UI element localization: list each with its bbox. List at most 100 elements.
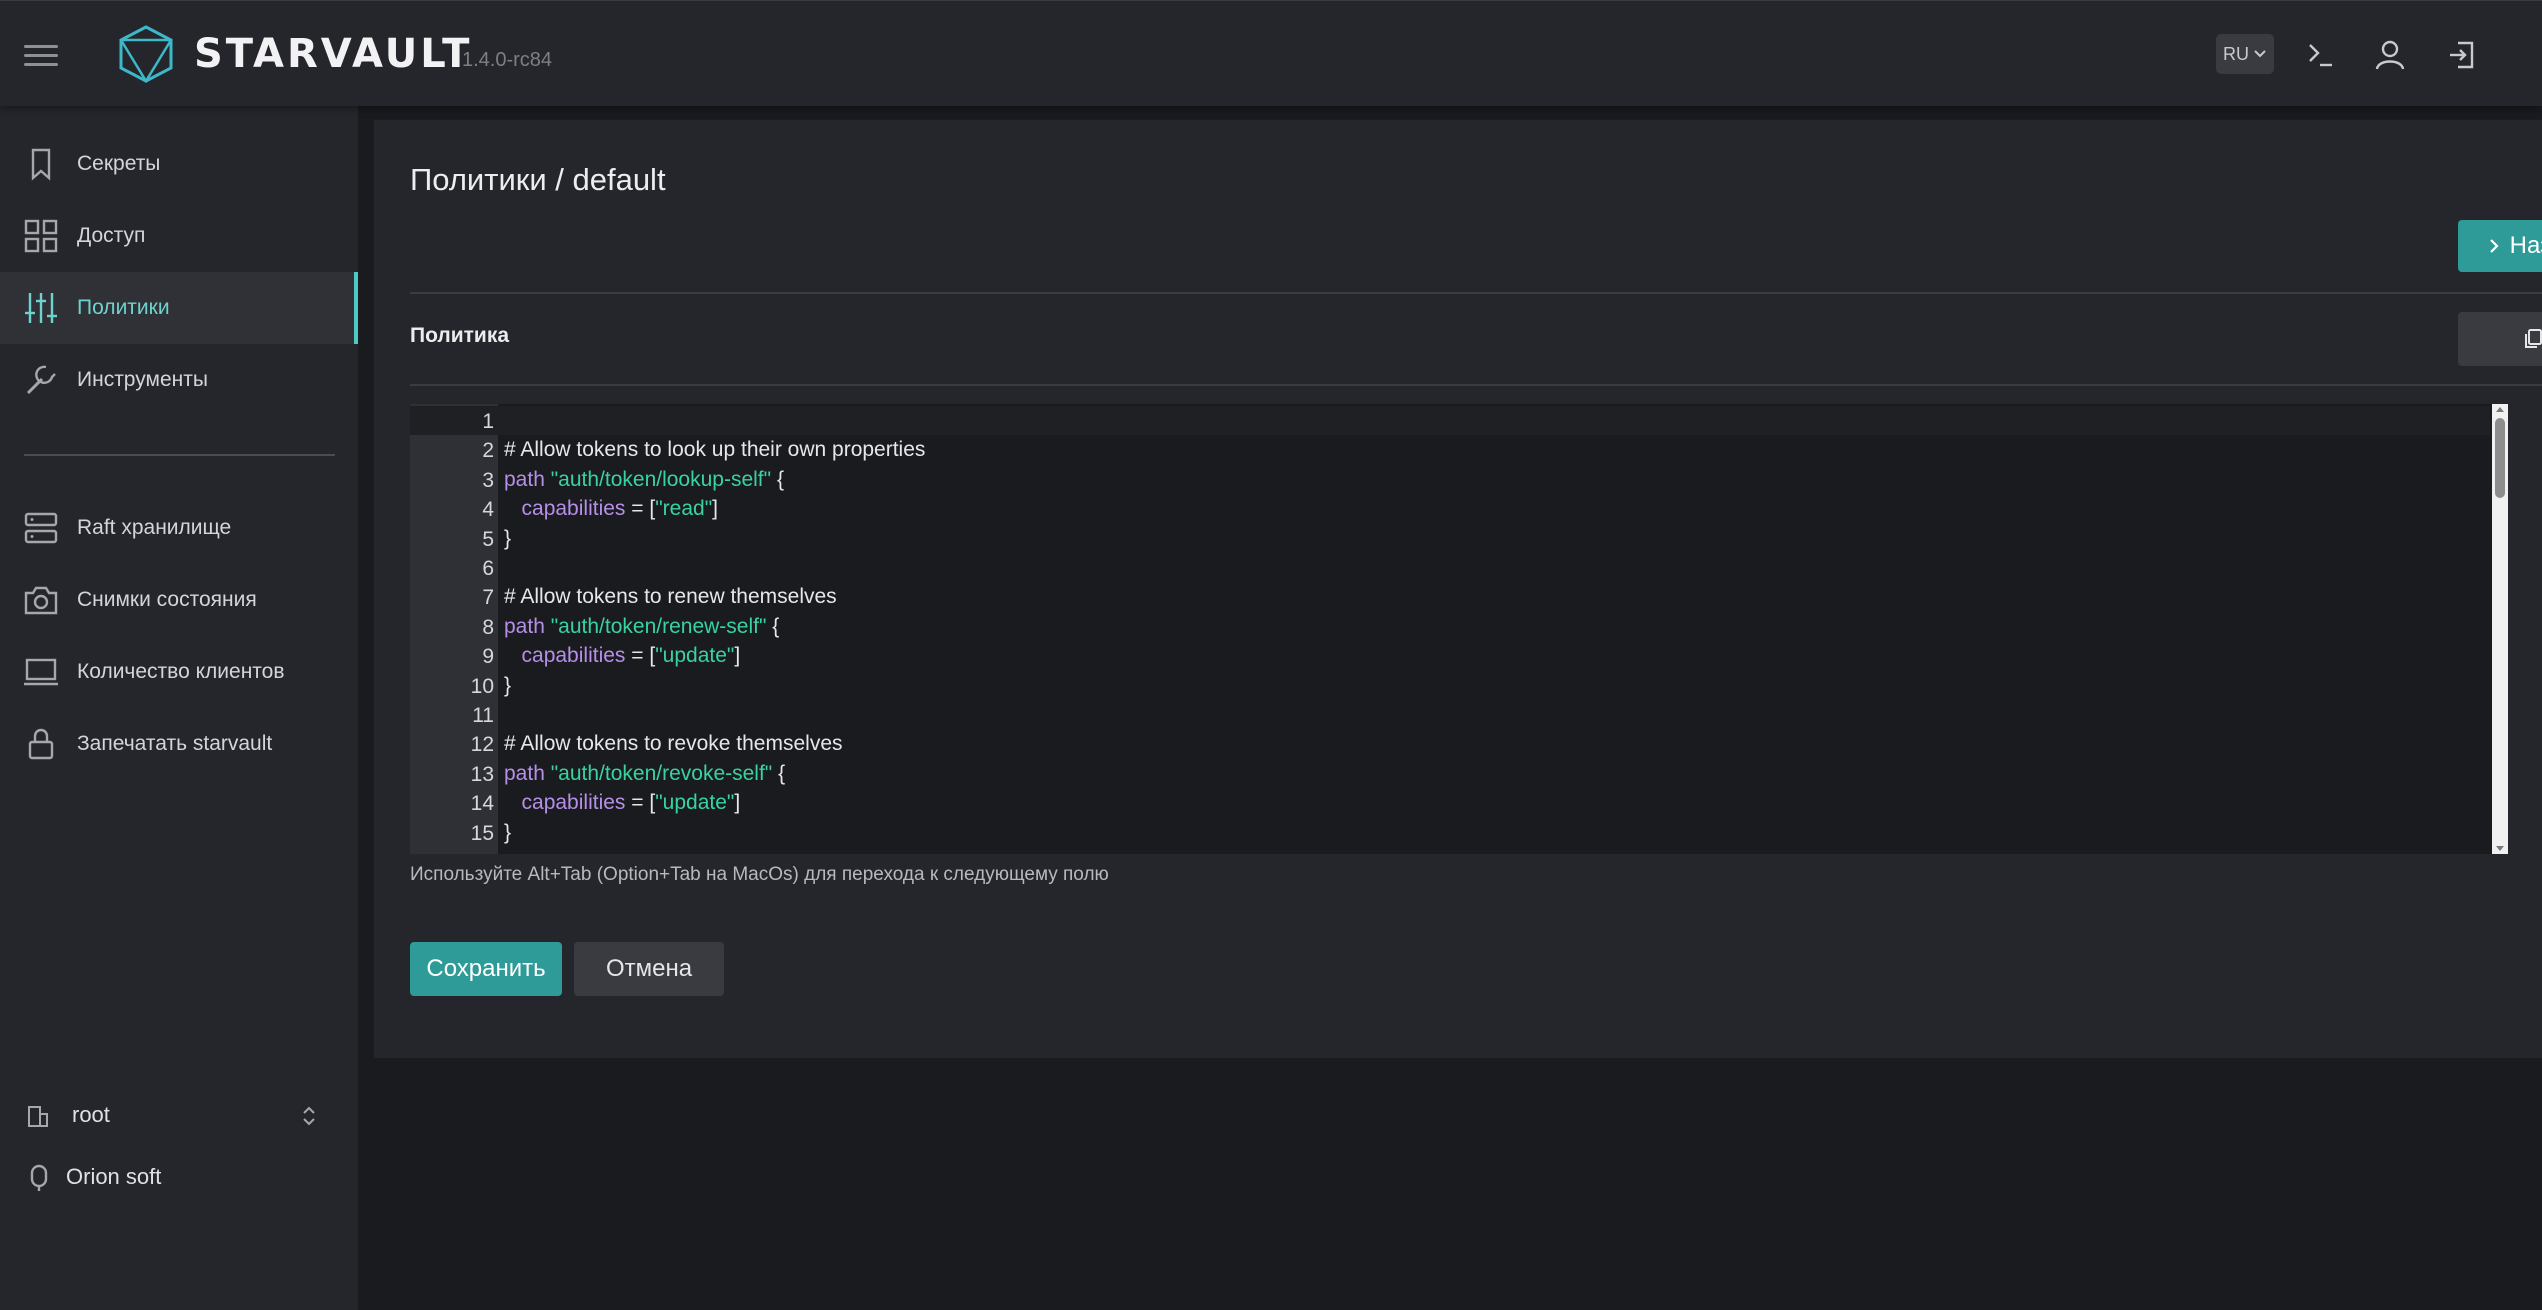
- chevron-right-icon: [2489, 239, 2499, 253]
- code-keyword: capabilities: [521, 791, 626, 815]
- save-button[interactable]: Сохранить: [410, 942, 562, 996]
- line-number: 5: [482, 527, 494, 551]
- line-number: 12: [470, 733, 494, 757]
- code-line: 6: [410, 553, 2490, 582]
- code-text: capabilities = ["update"]: [504, 644, 741, 668]
- line-number: 7: [482, 586, 494, 610]
- line-number: 8: [482, 615, 494, 639]
- code-line: 11: [410, 700, 2490, 729]
- bookmark-icon: [31, 148, 51, 181]
- menu-icon[interactable]: [24, 45, 58, 67]
- code-comment: # Allow tokens to look up their own prop…: [504, 438, 926, 462]
- copy-button[interactable]: [2458, 312, 2542, 366]
- sidebar-item-seal[interactable]: Запечатать starvault: [0, 708, 358, 780]
- building-icon: [28, 1106, 48, 1127]
- line-number: 4: [482, 498, 494, 522]
- code-string: "update": [655, 644, 735, 668]
- code-text: # Allow tokens to revoke themselves: [504, 732, 843, 756]
- code-line: 8 path "auth/token/renew-self" {: [410, 612, 2490, 641]
- version-label: 1.4.0-rc84: [462, 49, 553, 71]
- sidebar-item-label: Запечатать starvault: [77, 732, 273, 755]
- main-panel: Политики / default Назад Политика 12# Al…: [374, 120, 2542, 1058]
- grid-icon: [24, 219, 58, 253]
- code-text: capabilities = ["update"]: [504, 791, 741, 815]
- wrench-icon: [26, 365, 56, 395]
- sidebar-item-raft[interactable]: Raft хранилище: [0, 492, 358, 564]
- code-token: = [: [625, 497, 656, 521]
- code-string: "auth/token/revoke-self": [550, 761, 773, 785]
- code-keyword: path: [504, 761, 545, 785]
- scroll-up-arrow-icon[interactable]: [2496, 407, 2504, 412]
- code-token: {: [766, 614, 780, 638]
- sidebar-item-label: Количество клиентов: [77, 660, 285, 683]
- line-number: 13: [470, 762, 494, 786]
- namespace-selector[interactable]: root: [0, 1090, 358, 1140]
- cancel-button[interactable]: Отмена: [574, 942, 724, 996]
- back-button-label: Назад: [2509, 232, 2542, 259]
- code-line: 4 capabilities = ["read"]: [410, 494, 2490, 523]
- sidebar-item-clients[interactable]: Количество клиентов: [0, 636, 358, 708]
- code-token: ]: [734, 644, 741, 668]
- code-text: path "auth/token/renew-self" {: [504, 615, 779, 639]
- organization-label: Orion soft: [66, 1164, 162, 1189]
- line-number: 14: [470, 792, 494, 816]
- code-text: capabilities = ["read"]: [504, 497, 718, 521]
- code-line: 14 capabilities = ["update"]: [410, 788, 2490, 817]
- code-keyword: path: [504, 467, 545, 491]
- code-line: 9 capabilities = ["update"]: [410, 641, 2490, 670]
- logo-icon: [119, 25, 173, 83]
- code-line: 5}: [410, 524, 2490, 553]
- lock-icon: [28, 728, 54, 760]
- divider: [410, 384, 2542, 386]
- scrollbar-thumb[interactable]: [2495, 418, 2505, 498]
- sidebar-item-secrets[interactable]: Секреты: [0, 128, 358, 200]
- language-select[interactable]: RU: [2216, 34, 2274, 74]
- sidebar-item-snapshots[interactable]: Снимки состояния: [0, 564, 358, 636]
- sidebar-divider: [24, 454, 335, 456]
- code-text: # Allow tokens to look up their own prop…: [504, 438, 925, 462]
- editor-scrollbar[interactable]: [2492, 404, 2508, 854]
- code-token: = [: [625, 791, 656, 815]
- scroll-down-arrow-icon[interactable]: [2496, 846, 2504, 851]
- copy-icon: [2525, 329, 2542, 348]
- code-token: }: [504, 820, 512, 844]
- code-text: path "auth/token/revoke-self" {: [504, 762, 785, 786]
- sidebar-item-label: Политики: [77, 296, 170, 319]
- editor-hint: Используйте Alt+Tab (Option+Tab на MacOs…: [410, 864, 1109, 885]
- code-text: }: [504, 674, 511, 698]
- terminal-icon[interactable]: [2302, 37, 2338, 73]
- line-number: 9: [482, 645, 494, 669]
- code-token: }: [504, 526, 512, 550]
- line-number: 6: [482, 557, 494, 580]
- sidebar-item-access[interactable]: Доступ: [0, 200, 358, 272]
- line-number: 3: [482, 468, 494, 492]
- sidebar-item-tools[interactable]: Инструменты: [0, 344, 358, 416]
- code-keyword: path: [504, 614, 545, 638]
- server-icon: [24, 512, 58, 544]
- code-token: {: [771, 467, 784, 491]
- back-button[interactable]: Назад: [2458, 220, 2542, 272]
- organization-row: Orion soft: [0, 1152, 358, 1202]
- code-keyword: capabilities: [521, 644, 626, 668]
- language-value: RU: [2223, 43, 2249, 64]
- orion-logo-icon: [30, 1164, 48, 1191]
- sidebar-item-policies[interactable]: Политики: [0, 272, 358, 344]
- logout-icon[interactable]: [2444, 37, 2480, 73]
- sidebar-item-label: Секреты: [77, 152, 161, 175]
- code-text: }: [504, 821, 511, 845]
- laptop-icon: [24, 658, 58, 686]
- code-keyword: capabilities: [521, 497, 626, 521]
- line-number: 1: [482, 410, 494, 433]
- code-token: {: [772, 761, 786, 785]
- line-number: 10: [470, 674, 494, 698]
- line-number: 15: [470, 821, 494, 845]
- policy-code-editor[interactable]: 1 2 # Allow tokens to look up their own pr…: [410, 404, 2508, 854]
- user-icon[interactable]: [2372, 37, 2408, 73]
- line-number: 2: [482, 439, 494, 463]
- camera-icon: [24, 586, 58, 615]
- code-comment: # Allow tokens to revoke themselves: [504, 732, 843, 756]
- sidebar-item-label: Доступ: [77, 224, 146, 247]
